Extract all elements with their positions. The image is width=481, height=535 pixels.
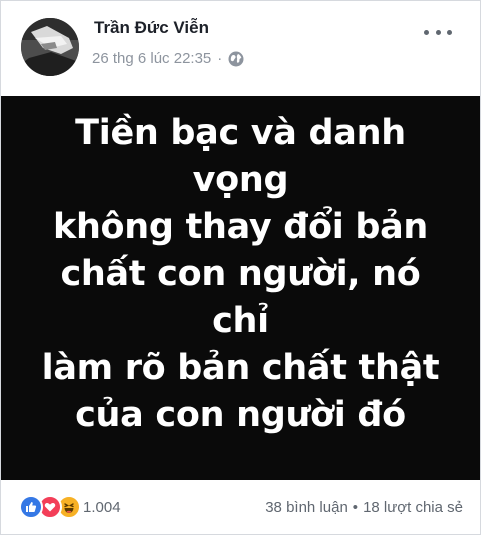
- engagement-counts: 38 bình luận • 18 lượt chia sẻ: [265, 499, 463, 516]
- post-footer: 1.004 38 bình luận • 18 lượt chia sẻ: [1, 480, 480, 534]
- more-dot: [447, 29, 452, 35]
- post-timestamp[interactable]: 26 thg 6 lúc 22:35: [92, 50, 211, 67]
- meta-separator: ·: [217, 50, 223, 67]
- quote-text: Tiền bạc và danh vọng không thay đổi bản…: [31, 110, 451, 439]
- reaction-icons: [19, 495, 81, 519]
- more-dot: [435, 29, 441, 35]
- more-options-icon[interactable]: [424, 23, 452, 41]
- author-name[interactable]: Trần Đức Viễn: [94, 18, 209, 38]
- like-icon: [19, 495, 43, 519]
- globe-icon[interactable]: [228, 51, 244, 67]
- shares-link[interactable]: 18 lượt chia sẻ: [363, 499, 463, 516]
- post-header: Trần Đức Viễn 26 thg 6 lúc 22:35 ·: [1, 1, 480, 96]
- more-dot: [424, 29, 429, 35]
- counts-separator: •: [352, 498, 359, 516]
- post-image[interactable]: Tiền bạc và danh vọng không thay đổi bản…: [1, 96, 480, 480]
- reactions-summary[interactable]: 1.004: [19, 495, 121, 519]
- comments-link[interactable]: 38 bình luận: [265, 499, 348, 516]
- avatar[interactable]: [21, 18, 79, 76]
- quote-line: làm rõ bản chất thật: [41, 347, 440, 388]
- quote-line: chất con người, nó chỉ: [60, 253, 421, 341]
- facebook-post: Trần Đức Viễn 26 thg 6 lúc 22:35 · Tiền …: [0, 0, 481, 535]
- quote-line: Tiền bạc và danh vọng: [75, 112, 406, 200]
- quote-line: không thay đổi bản: [52, 206, 429, 247]
- quote-line: của con người đó: [75, 394, 406, 435]
- avatar-photo: [21, 18, 79, 76]
- post-meta: 26 thg 6 lúc 22:35 ·: [92, 50, 244, 67]
- reaction-count[interactable]: 1.004: [83, 499, 121, 516]
